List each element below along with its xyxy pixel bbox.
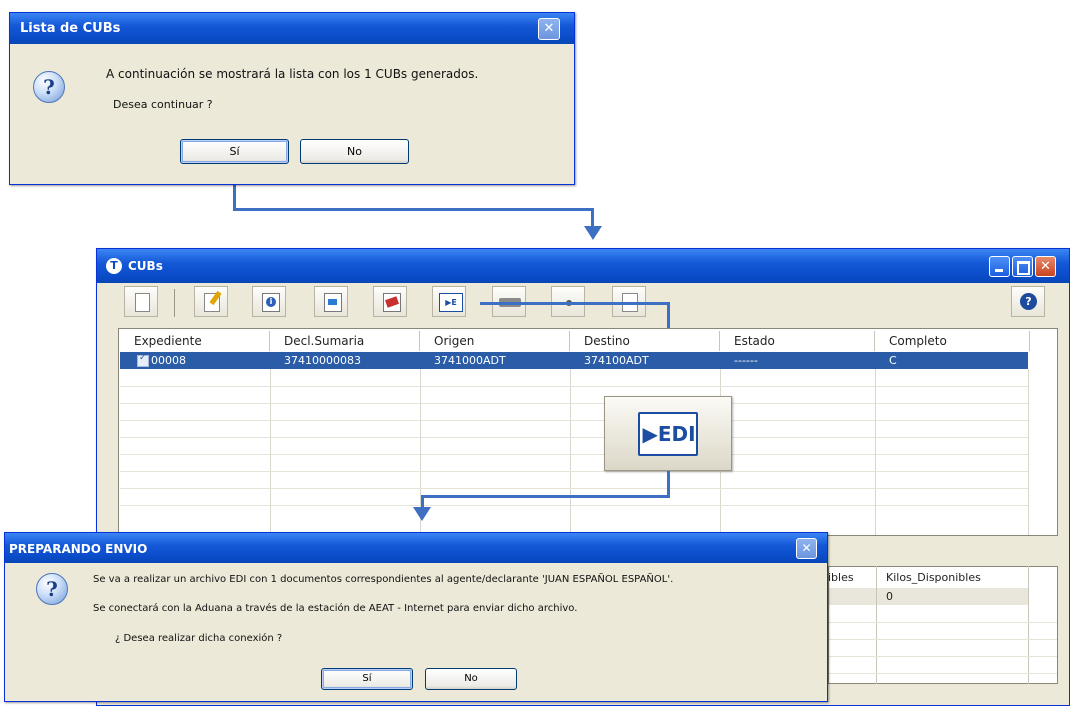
minimize-icon <box>995 269 1003 272</box>
grid-hline <box>120 420 1028 421</box>
preparando-envio-title: PREPARANDO ENVIO <box>9 542 148 556</box>
grid-hline <box>120 471 1028 472</box>
edi-large-label: ▶EDI <box>642 422 696 446</box>
new-document-button[interactable] <box>124 286 158 317</box>
question-icon: ? <box>36 573 68 605</box>
yes-button[interactable]: Sí <box>180 139 289 164</box>
lower-col-header-2[interactable]: Kilos_Disponibles <box>886 571 1026 584</box>
no-button[interactable]: No <box>425 668 517 690</box>
lista-cubs-titlebar[interactable]: Lista de CUBs ✕ <box>10 13 574 44</box>
lower-grid-vline <box>876 566 877 684</box>
grid-hline <box>120 403 1028 404</box>
maximize-button[interactable] <box>1012 256 1033 277</box>
toolbar-separator-1 <box>174 289 175 317</box>
cell-estado: ------ <box>734 354 758 367</box>
cell-completo: C <box>889 354 897 367</box>
col-header-decl-sumaria[interactable]: Decl.Sumaria <box>270 331 420 351</box>
col-header-origen[interactable]: Origen <box>420 331 570 351</box>
lower-grid-hline <box>829 639 1057 640</box>
preparando-envio-line1: Se va a realizar un archivo EDI con 1 do… <box>93 574 674 585</box>
grid-hline <box>120 488 1028 489</box>
edi-large-button[interactable]: ▶EDI <box>604 396 732 471</box>
info-button[interactable]: i <box>252 286 286 317</box>
flow-arrow-2-horizontal <box>480 302 669 305</box>
close-icon: ✕ <box>801 541 812 555</box>
lower-grid-hline <box>829 622 1057 623</box>
import-button[interactable] <box>314 286 348 317</box>
cell-destino: 374100ADT <box>584 354 649 367</box>
flow-arrow-3-head <box>413 507 431 521</box>
edi-icon: ▶E <box>439 293 463 312</box>
lista-cubs-close-button[interactable]: ✕ <box>538 18 560 40</box>
grid-vline <box>270 369 271 535</box>
cell-origen: 3741000ADT <box>434 354 506 367</box>
close-icon: ✕ <box>1040 259 1051 274</box>
col-header-completo[interactable]: Completo <box>875 331 1030 351</box>
grid-hline <box>120 454 1028 455</box>
lower-grid-hline <box>829 656 1057 657</box>
edi-send-button[interactable]: ▶E <box>432 286 466 317</box>
no-button[interactable]: No <box>300 139 409 164</box>
flow-arrow-1-head <box>584 226 602 240</box>
grid-vline <box>875 369 876 535</box>
preparando-envio-line2: Se conectará con la Aduana a través de l… <box>93 603 578 614</box>
lower-grid-hline <box>829 673 1057 674</box>
grid-vline <box>570 369 571 535</box>
lista-cubs-title: Lista de CUBs <box>20 21 121 36</box>
delete-button[interactable] <box>373 286 407 317</box>
grid-hline <box>120 437 1028 438</box>
grid-hline <box>120 386 1028 387</box>
cell-expediente: 00008 <box>151 354 186 367</box>
col-header-estado[interactable]: Estado <box>720 331 875 351</box>
maximize-icon <box>1017 261 1030 275</box>
preparando-envio-titlebar[interactable]: PREPARANDO ENVIO ✕ <box>5 533 827 563</box>
import-icon <box>324 293 342 312</box>
lower-col-header-1[interactable]: ibles <box>828 571 872 584</box>
flow-arrow-3-stem <box>667 471 670 497</box>
close-icon: ✕ <box>543 21 555 36</box>
grid-hline <box>120 505 1028 506</box>
flow-arrow-1-horizontal <box>233 208 593 211</box>
lower-grid-vline <box>1028 566 1029 684</box>
col-header-expediente[interactable]: Expediente <box>120 331 270 351</box>
lower-cell-kilos: 0 <box>886 590 893 603</box>
preparando-envio-close-button[interactable]: ✕ <box>796 538 817 559</box>
cubs-window-title: CUBs <box>128 259 163 273</box>
lista-cubs-message: A continuación se mostrará la lista con … <box>106 67 479 81</box>
help-button[interactable]: ? <box>1011 286 1045 317</box>
cubs-titlebar[interactable]: T CUBs ✕ <box>97 249 1069 283</box>
col-header-destino[interactable]: Destino <box>570 331 720 351</box>
preparando-envio-line3: ¿ Desea realizar dicha conexión ? <box>115 633 283 644</box>
lista-cubs-question: Desea continuar ? <box>113 98 213 111</box>
lower-row-bg <box>829 588 1029 605</box>
close-button[interactable]: ✕ <box>1035 256 1056 277</box>
preparando-envio-dialog: PREPARANDO ENVIO ✕ ? Se va a realizar un… <box>4 532 828 702</box>
yes-button[interactable]: Sí <box>321 668 413 690</box>
grid-vline <box>1028 369 1029 535</box>
app-logo-icon: T <box>106 258 122 274</box>
new-document-icon <box>135 293 150 312</box>
cell-decl-sumaria: 37410000083 <box>284 354 361 367</box>
minimize-button[interactable] <box>989 256 1010 277</box>
flow-arrow-3-horizontal <box>421 495 670 498</box>
lista-cubs-dialog: Lista de CUBs ✕ ? A continuación se most… <box>9 12 575 185</box>
flow-arrow-1-stem <box>591 208 594 228</box>
delete-icon <box>383 293 401 312</box>
help-icon: ? <box>1020 293 1037 310</box>
edit-button[interactable] <box>194 286 228 317</box>
info-icon: i <box>262 293 280 312</box>
question-icon: ? <box>33 71 65 103</box>
